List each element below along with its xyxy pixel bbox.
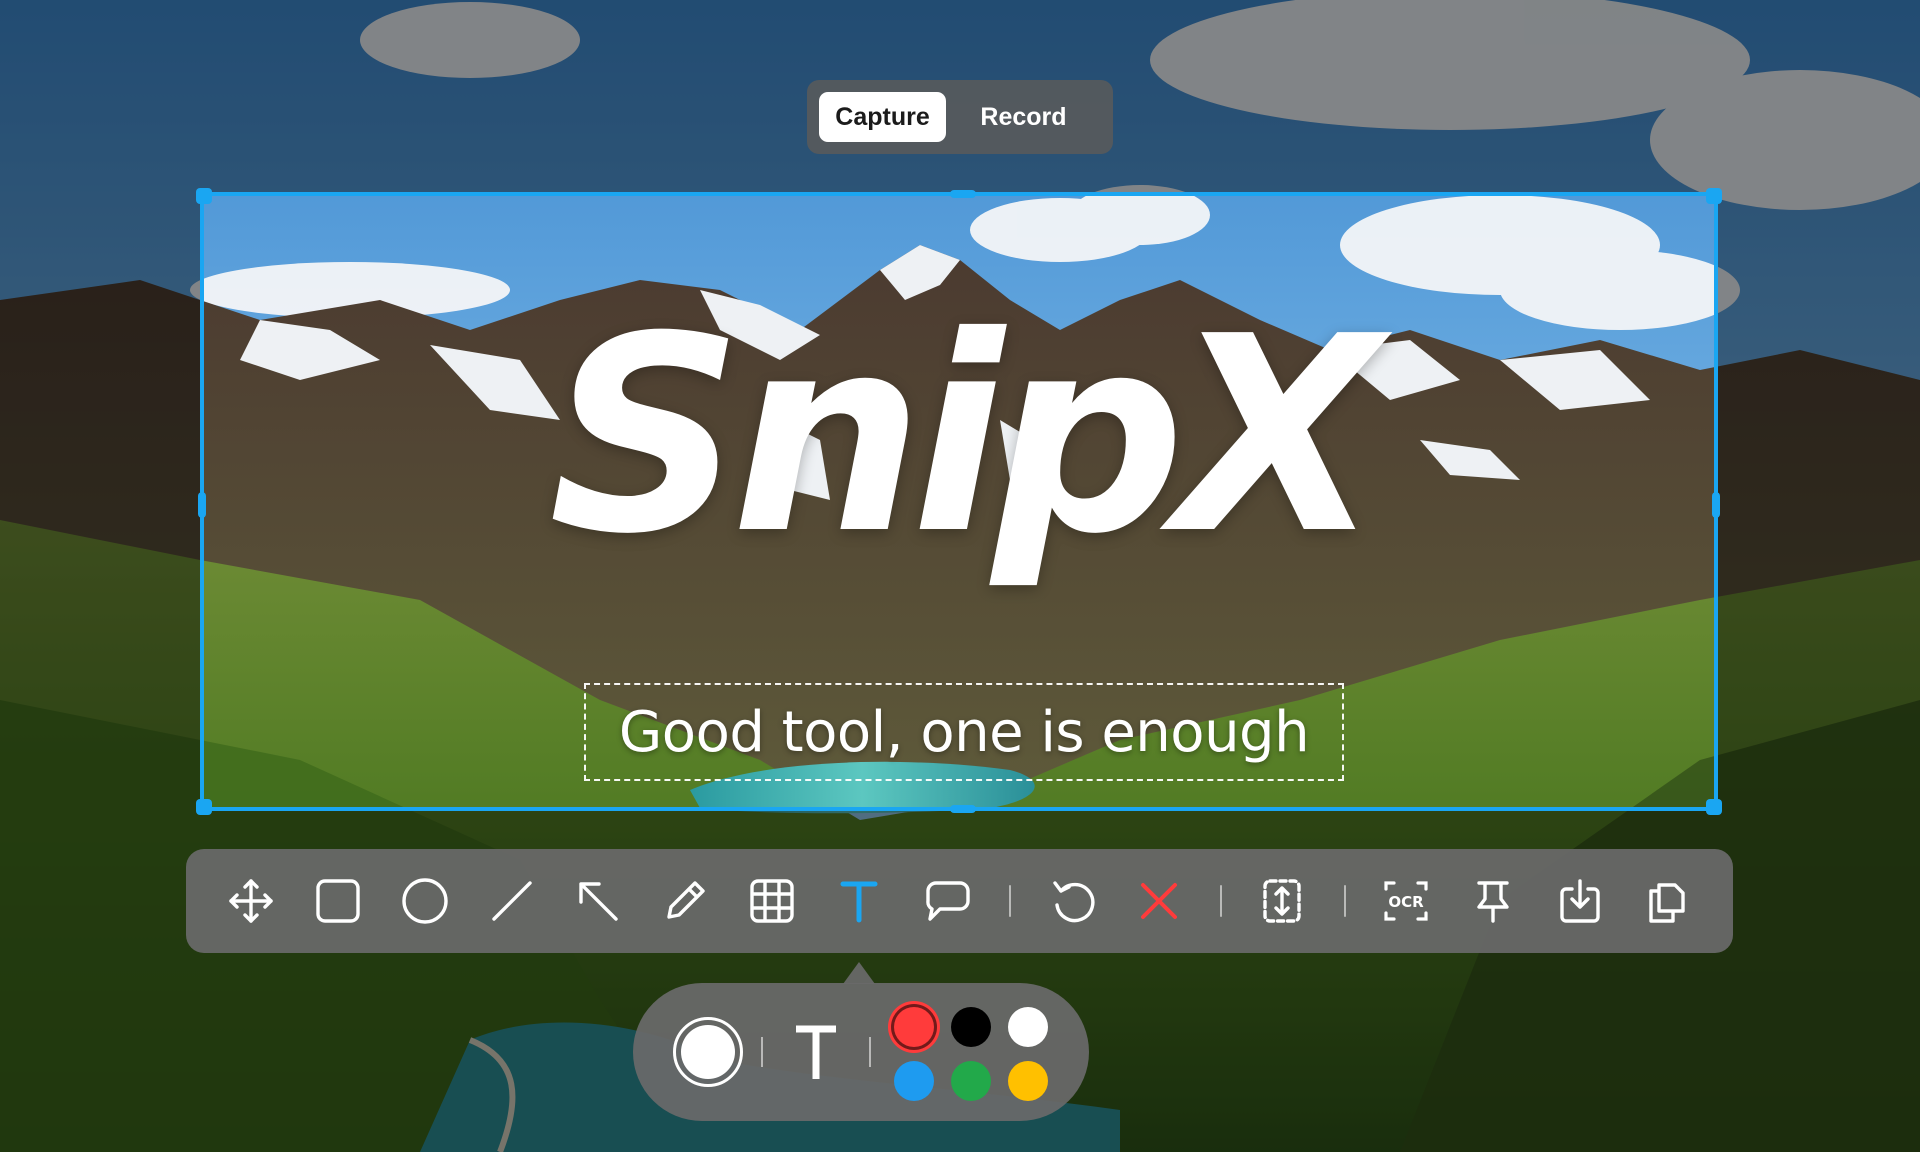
font-style-button[interactable] (788, 1013, 844, 1091)
color-swatch-white[interactable] (1008, 1007, 1048, 1047)
ellipse-tool-button[interactable] (395, 871, 455, 931)
text-tool-button[interactable] (829, 871, 889, 931)
annotation-toolbar: OCR (186, 849, 1733, 953)
pin-icon (1477, 881, 1509, 923)
undo-button[interactable] (1043, 871, 1103, 931)
color-swatch-red[interactable] (894, 1007, 934, 1047)
mode-switch: Capture Record (807, 80, 1113, 154)
copy-icon (1649, 883, 1685, 923)
resize-handle-bottom[interactable] (950, 805, 976, 813)
text-annotation[interactable]: Good tool, one is enough (584, 683, 1344, 781)
capture-selection[interactable]: SnipX Good tool, one is enough (196, 188, 1722, 815)
toolbar-separator (1344, 885, 1346, 917)
resize-handle-top-right[interactable] (1706, 188, 1722, 204)
callout-icon (926, 881, 970, 921)
mosaic-tool-button[interactable] (742, 871, 802, 931)
resize-handle-top[interactable] (950, 190, 976, 198)
toolbar-separator (1220, 885, 1222, 917)
scroll-capture-button[interactable] (1252, 871, 1312, 931)
font-icon (796, 1025, 836, 1079)
resize-handle-bottom-right[interactable] (1706, 799, 1722, 815)
line-tool-button[interactable] (482, 871, 542, 931)
resize-handle-top-left[interactable] (196, 188, 212, 204)
undo-icon (1053, 881, 1095, 923)
color-swatch-blue[interactable] (894, 1061, 934, 1101)
copy-button[interactable] (1637, 871, 1697, 931)
ocr-button[interactable]: OCR (1376, 871, 1436, 931)
color-swatch-green[interactable] (951, 1061, 991, 1101)
tagline-text[interactable]: Good tool, one is enough (619, 700, 1310, 765)
toolbar-separator (1009, 885, 1011, 917)
text-icon (840, 881, 878, 923)
color-swatch-yellow[interactable] (1008, 1061, 1048, 1101)
resize-handle-bottom-left[interactable] (196, 799, 212, 815)
svg-text:OCR: OCR (1388, 893, 1424, 911)
capture-tab[interactable]: Capture (819, 92, 946, 142)
font-size-selector[interactable] (673, 1017, 743, 1087)
text-options-panel (633, 983, 1089, 1121)
rectangle-icon (316, 879, 360, 923)
subpanel-pointer (843, 962, 875, 984)
panel-separator (761, 1037, 763, 1067)
resize-handle-right[interactable] (1712, 492, 1720, 518)
resize-handle-left[interactable] (198, 492, 206, 518)
arrow-icon (579, 882, 618, 921)
close-icon (1141, 883, 1177, 919)
brand-text: SnipX (548, 278, 1382, 593)
arrow-tool-button[interactable] (568, 871, 628, 931)
panel-separator (869, 1037, 871, 1067)
callout-tool-button[interactable] (916, 871, 976, 931)
line-icon (492, 881, 532, 921)
color-swatch-black[interactable] (951, 1007, 991, 1047)
mosaic-icon (750, 879, 794, 923)
pin-button[interactable] (1463, 871, 1523, 931)
ellipse-icon (402, 878, 448, 924)
rectangle-tool-button[interactable] (308, 871, 368, 931)
save-button[interactable] (1550, 871, 1610, 931)
ocr-icon: OCR (1384, 881, 1428, 921)
size-large-dot (681, 1025, 735, 1079)
pencil-tool-button[interactable] (655, 871, 715, 931)
cancel-button[interactable] (1129, 871, 1189, 931)
scroll-capture-icon (1263, 879, 1301, 923)
download-icon (1560, 879, 1600, 923)
move-icon (229, 879, 273, 923)
pencil-icon (667, 881, 705, 919)
move-tool-button[interactable] (221, 871, 281, 931)
record-tab[interactable]: Record (946, 92, 1101, 142)
